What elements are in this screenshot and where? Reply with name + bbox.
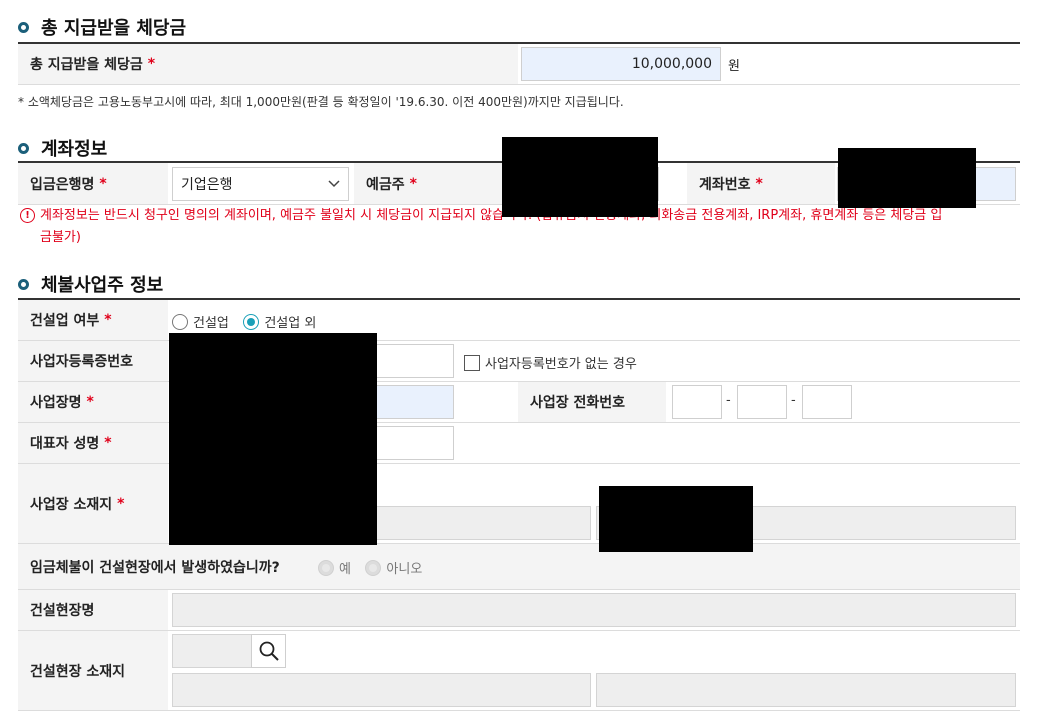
site-address-detail-input[interactable] bbox=[596, 673, 1016, 707]
section-title-account: 계좌정보 bbox=[18, 135, 107, 161]
section-title-total: 총 지급받을 체당금 bbox=[18, 14, 186, 40]
site-address-row: 건설현장 소재지 bbox=[18, 631, 1020, 711]
address-label: 사업장 소재지 * bbox=[18, 464, 168, 543]
site-name-label: 건설현장명 bbox=[18, 590, 168, 630]
total-note: * 소액체당금은 고용노동부고시에 따라, 최대 1,000만원(판결 등 확정… bbox=[18, 95, 624, 109]
biz-name-label: 사업장명 * bbox=[18, 382, 168, 422]
checkbox[interactable] bbox=[464, 354, 480, 371]
no-biz-no-check[interactable]: 사업자등록번호가 없는 경우 bbox=[464, 353, 647, 372]
biz-no-label: 사업자등록증번호 bbox=[18, 341, 168, 381]
site-question-label: 임금체불이 건설현장에서 발생하였습니까? bbox=[30, 560, 280, 576]
redaction-block bbox=[599, 486, 753, 552]
phone-part1-input[interactable] bbox=[672, 385, 722, 419]
bullet-icon bbox=[18, 142, 29, 154]
phone-separator: - bbox=[726, 393, 731, 408]
chevron-down-icon bbox=[328, 180, 340, 188]
total-amount-row: 총 지급받을 체당금* 원 bbox=[18, 44, 1020, 85]
total-amount-label: 총 지급받을 체당금 * bbox=[18, 44, 518, 84]
phone-separator: - bbox=[791, 393, 796, 408]
radio-construction[interactable] bbox=[172, 313, 188, 330]
site-zipcode-input[interactable] bbox=[172, 634, 252, 668]
site-name-input[interactable] bbox=[172, 593, 1016, 627]
site-address-label: 건설현장 소재지 bbox=[18, 631, 168, 710]
rep-label: 대표자 성명 * bbox=[18, 423, 168, 463]
bank-select[interactable]: 기업은행 bbox=[172, 167, 349, 201]
holder-label: 예금주 * bbox=[354, 163, 502, 204]
section-title-employer: 체불사업주 정보 bbox=[18, 271, 163, 297]
site-name-row: 건설현장명 bbox=[18, 590, 1020, 631]
redaction-block bbox=[169, 333, 377, 545]
site-question-row: 임금체불이 건설현장에서 발생하였습니까? 예 아니오 bbox=[18, 544, 1020, 590]
total-amount-input[interactable] bbox=[521, 47, 721, 81]
phone-part2-input[interactable] bbox=[737, 385, 787, 419]
phone-part3-input[interactable] bbox=[802, 385, 852, 419]
biz-phone-label: 사업장 전화번호 bbox=[518, 382, 666, 422]
redaction-block bbox=[838, 148, 976, 208]
warning-text: 계좌정보는 반드시 청구인 명의의 계좌이며, 예금주 불일치 시 체당금이 지… bbox=[40, 208, 943, 223]
warning-icon: ! bbox=[20, 208, 35, 223]
bullet-icon bbox=[18, 278, 29, 290]
radio-site-yes[interactable] bbox=[318, 559, 334, 576]
site-address-main-input[interactable] bbox=[172, 673, 591, 707]
construction-label: 건설업 여부 * bbox=[18, 300, 168, 340]
radio-non-construction[interactable] bbox=[243, 313, 260, 330]
construction-radio-group: 건설업 건설업 외 bbox=[172, 312, 326, 331]
site-radio-group: 예 아니오 bbox=[318, 558, 432, 577]
site-address-search-button[interactable] bbox=[251, 634, 286, 668]
radio-site-no[interactable] bbox=[365, 559, 382, 576]
bank-label: 입금은행명 * bbox=[18, 163, 168, 204]
redaction-block bbox=[502, 137, 658, 217]
search-icon bbox=[259, 641, 279, 661]
warning-text-cont: 금불가) bbox=[40, 230, 81, 245]
bullet-icon bbox=[18, 21, 29, 33]
won-unit: 원 bbox=[728, 59, 740, 74]
account-number-label: 계좌번호 * bbox=[687, 163, 835, 204]
